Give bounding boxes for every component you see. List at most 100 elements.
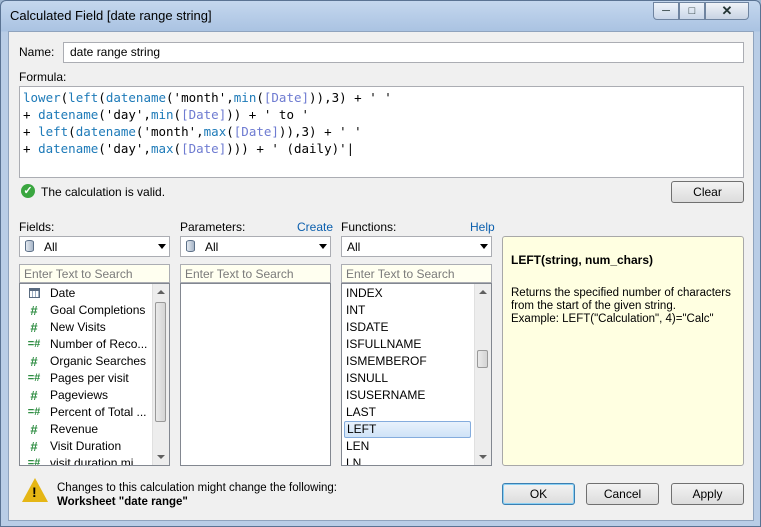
chevron-down-icon bbox=[480, 244, 488, 249]
calendar-icon bbox=[26, 285, 42, 302]
minimize-icon: ─ bbox=[662, 5, 670, 17]
scroll-down-icon[interactable] bbox=[479, 455, 487, 459]
function-item[interactable]: ISNULL bbox=[344, 370, 471, 387]
field-item-label: visit duration mi... bbox=[50, 456, 144, 466]
measure-icon: # bbox=[30, 303, 38, 318]
functions-filter-select[interactable]: All bbox=[341, 236, 492, 257]
field-item[interactable]: =# Pages per visit bbox=[20, 370, 153, 387]
functions-search-input[interactable]: Enter Text to Search bbox=[341, 264, 492, 283]
calculated-measure-icon: =# bbox=[27, 372, 41, 384]
calculated-measure-icon: =# bbox=[27, 406, 41, 418]
parameters-list[interactable] bbox=[180, 283, 331, 466]
fields-list: Date # Goal Completions # New Visits =# Number… bbox=[19, 283, 170, 466]
field-item[interactable]: =# visit duration mi... bbox=[20, 455, 153, 466]
fields-scrollbar[interactable] bbox=[152, 284, 169, 465]
description-line-1: Returns the specified number of characte… bbox=[511, 287, 731, 299]
functions-scrollbar[interactable] bbox=[474, 284, 491, 465]
minimize-button[interactable]: ─ bbox=[653, 2, 679, 20]
fields-label: Fields: bbox=[19, 220, 55, 234]
validation-message: The calculation is valid. bbox=[41, 185, 166, 199]
function-item[interactable]: LAST bbox=[344, 404, 471, 421]
field-item[interactable]: # Visit Duration bbox=[20, 438, 153, 455]
datasource-icon bbox=[25, 240, 34, 252]
ok-button[interactable]: OK bbox=[502, 483, 575, 505]
close-icon: ✕ bbox=[721, 3, 733, 18]
measure-icon: # bbox=[30, 439, 38, 454]
apply-button[interactable]: Apply bbox=[671, 483, 744, 505]
datasource-icon bbox=[186, 240, 195, 252]
function-item[interactable]: INT bbox=[344, 302, 471, 319]
scroll-up-icon[interactable] bbox=[157, 290, 165, 294]
field-item-label: Pages per visit bbox=[50, 371, 129, 385]
field-item-label: Date bbox=[50, 286, 76, 300]
warning-line-2: Worksheet "date range" bbox=[57, 496, 188, 508]
fields-search-input[interactable]: Enter Text to Search bbox=[19, 264, 170, 283]
description-line-2: from the start of the given string. bbox=[511, 300, 676, 312]
measure-icon: # bbox=[30, 422, 38, 437]
function-item[interactable]: ISDATE bbox=[344, 319, 471, 336]
name-label: Name: bbox=[19, 45, 55, 59]
field-item-label: Number of Reco... bbox=[50, 337, 148, 351]
parameters-label: Parameters: bbox=[180, 220, 246, 234]
functions-filter-value: All bbox=[347, 240, 361, 254]
maximize-button[interactable]: □ bbox=[679, 2, 705, 20]
function-item[interactable]: LN bbox=[344, 455, 471, 465]
description-line-3: Example: LEFT("Calculation", 4)="Calc" bbox=[511, 313, 714, 325]
chevron-down-icon bbox=[158, 244, 166, 249]
function-item[interactable]: ISFULLNAME bbox=[344, 336, 471, 353]
field-item[interactable]: # Goal Completions bbox=[20, 302, 153, 319]
functions-label: Functions: bbox=[341, 220, 397, 234]
warning-line-1: Changes to this calculation might change… bbox=[57, 482, 338, 494]
field-item-label: Percent of Total ... bbox=[50, 405, 147, 419]
scroll-thumb[interactable] bbox=[477, 350, 488, 368]
field-item[interactable]: # New Visits bbox=[20, 319, 153, 336]
parameters-filter-value: All bbox=[205, 240, 219, 254]
field-item[interactable]: # Pageviews bbox=[20, 387, 153, 404]
calculated-measure-icon: =# bbox=[27, 338, 41, 350]
function-item[interactable]: ISUSERNAME bbox=[344, 387, 471, 404]
formula-editor[interactable]: lower(left(datename('month',min([Date]))… bbox=[19, 86, 744, 178]
field-item-label: New Visits bbox=[50, 320, 106, 334]
measure-icon: # bbox=[30, 388, 38, 403]
field-item-label: Revenue bbox=[50, 422, 99, 436]
create-parameter-link[interactable]: Create bbox=[297, 220, 333, 234]
function-signature: LEFT(string, num_chars) bbox=[511, 253, 654, 267]
function-item[interactable]: INDEX bbox=[344, 285, 471, 302]
function-item[interactable]: ISMEMBEROF bbox=[344, 353, 471, 370]
fields-filter-value: All bbox=[44, 240, 58, 254]
parameters-search-input[interactable]: Enter Text to Search bbox=[180, 264, 331, 283]
field-item[interactable]: =# Percent of Total ... bbox=[20, 404, 153, 421]
functions-list: INDEX INT ISDATE ISFULLNAME ISMEMBEROF ISNULL… bbox=[341, 283, 492, 466]
cancel-button[interactable]: Cancel bbox=[586, 483, 659, 505]
scroll-up-icon[interactable] bbox=[479, 290, 487, 294]
function-description-panel: LEFT(string, num_chars) Returns the spec… bbox=[502, 236, 744, 466]
dialog-body: Name: date range string Formula: lower(l… bbox=[8, 31, 754, 521]
maximize-icon: □ bbox=[688, 5, 696, 17]
scroll-down-icon[interactable] bbox=[157, 455, 165, 459]
valid-check-icon: ✓ bbox=[21, 184, 35, 198]
title-bar: Calculated Field [date range string] ─ □… bbox=[1, 1, 760, 31]
field-item-label: Goal Completions bbox=[50, 303, 146, 317]
function-item[interactable]: LEFT bbox=[344, 421, 471, 438]
fields-filter-select[interactable]: All bbox=[19, 236, 170, 257]
close-button[interactable]: ✕ bbox=[705, 2, 749, 20]
function-item[interactable]: LEN bbox=[344, 438, 471, 455]
measure-icon: # bbox=[30, 354, 38, 369]
name-input[interactable]: date range string bbox=[63, 42, 744, 63]
formula-label: Formula: bbox=[19, 70, 67, 84]
help-link[interactable]: Help bbox=[470, 220, 495, 234]
field-item[interactable]: =# Number of Reco... bbox=[20, 336, 153, 353]
warning-mark: ! bbox=[32, 484, 37, 500]
calculated-measure-icon: =# bbox=[27, 457, 41, 466]
calculated-field-dialog: Calculated Field [date range string] ─ □… bbox=[0, 0, 761, 527]
field-item[interactable]: # Revenue bbox=[20, 421, 153, 438]
field-item-label: Organic Searches bbox=[50, 354, 147, 368]
field-item[interactable]: Date bbox=[20, 285, 153, 302]
field-item[interactable]: # Organic Searches bbox=[20, 353, 153, 370]
field-item-label: Visit Duration bbox=[50, 439, 122, 453]
scroll-thumb[interactable] bbox=[155, 302, 166, 422]
field-item-label: Pageviews bbox=[50, 388, 109, 402]
parameters-filter-select[interactable]: All bbox=[180, 236, 331, 257]
chevron-down-icon bbox=[319, 244, 327, 249]
clear-button[interactable]: Clear bbox=[671, 181, 744, 203]
